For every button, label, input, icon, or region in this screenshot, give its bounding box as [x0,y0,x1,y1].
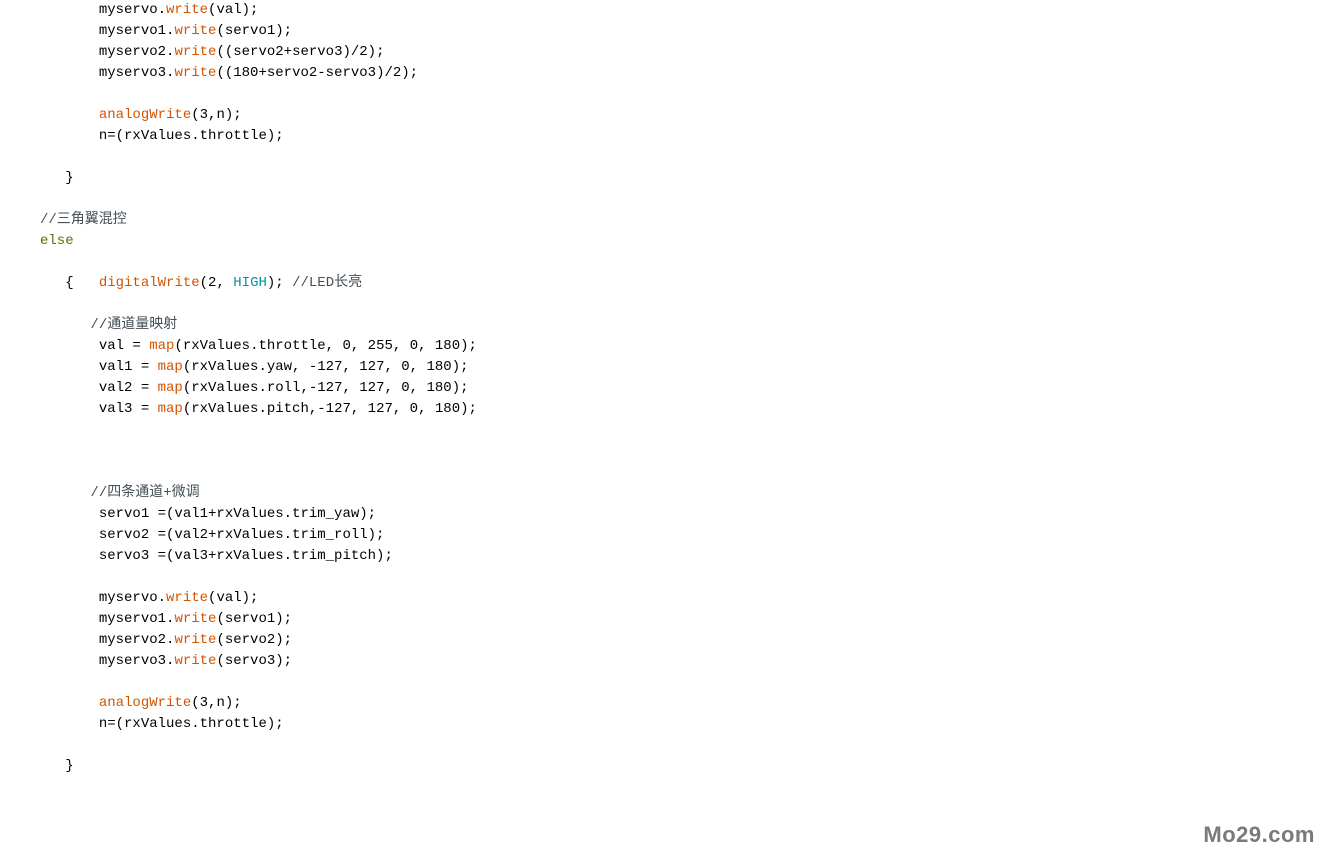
code-line [40,420,1323,441]
code-line: servo1 =(val1+rxValues.trim_yaw); [40,504,1323,525]
code-line: } [40,756,1323,777]
watermark-text: Mo29.com [1203,824,1315,845]
code-token: ((180+servo2-servo3)/2); [216,65,418,81]
code-line [40,147,1323,168]
code-token: else [40,233,74,249]
code-line: myservo1.write(servo1); [40,609,1323,630]
code-token: //四条通道+微调 [90,485,199,501]
code-token: (rxValues.throttle, 0, 255, 0, 180); [174,338,476,354]
code-token: myservo. [99,590,166,606]
code-token: { [65,275,99,291]
code-line [40,441,1323,462]
code-line: analogWrite(3,n); [40,105,1323,126]
code-line [40,189,1323,210]
code-token: (servo2); [216,632,292,648]
code-line: servo3 =(val3+rxValues.trim_pitch); [40,546,1323,567]
code-token: val = [99,338,149,354]
code-token: val3 = [99,401,158,417]
code-line: n=(rxValues.throttle); [40,126,1323,147]
code-token: analogWrite [99,107,191,123]
code-token: map [158,401,183,417]
code-token: ((servo2+servo3)/2); [216,44,384,60]
code-token: } [65,170,73,186]
code-line: myservo1.write(servo1); [40,21,1323,42]
code-line: myservo.write(val); [40,588,1323,609]
code-line: else [40,231,1323,252]
code-token: (servo1); [216,23,292,39]
code-token: //通道量映射 [90,317,177,333]
code-token: myservo2. [99,44,175,60]
code-token: map [149,338,174,354]
code-token: } [65,758,73,774]
code-token: HIGH [233,275,267,291]
code-token: (2, [200,275,234,291]
code-token: write [174,632,216,648]
code-token: n=(rxValues.throttle); [99,716,284,732]
code-line: myservo.write(val); [40,0,1323,21]
code-token: myservo3. [99,653,175,669]
code-token: //三角翼混控 [40,212,127,228]
code-token: (3,n); [191,695,241,711]
code-token: write [174,23,216,39]
code-line [40,462,1323,483]
code-token: ); [267,275,292,291]
code-token: write [174,44,216,60]
code-token: servo1 =(val1+rxValues.trim_yaw); [99,506,376,522]
code-line: myservo3.write((180+servo2-servo3)/2); [40,63,1323,84]
code-token: servo2 =(val2+rxValues.trim_roll); [99,527,385,543]
code-token: map [158,359,183,375]
code-token: n=(rxValues.throttle); [99,128,284,144]
code-token: (servo3); [216,653,292,669]
code-token: val2 = [99,380,158,396]
code-token: myservo2. [99,632,175,648]
code-container: myservo.write(val); myservo1.write(servo… [0,0,1323,777]
code-line: val = map(rxValues.throttle, 0, 255, 0, … [40,336,1323,357]
code-token: digitalWrite [99,275,200,291]
code-line: val1 = map(rxValues.yaw, -127, 127, 0, 1… [40,357,1323,378]
code-token: write [174,65,216,81]
code-token: myservo1. [99,23,175,39]
code-token: (rxValues.pitch,-127, 127, 0, 180); [183,401,477,417]
code-token: write [166,590,208,606]
code-token: analogWrite [99,695,191,711]
code-token: (val); [208,2,258,18]
code-line [40,84,1323,105]
code-line [40,672,1323,693]
code-line [40,567,1323,588]
code-token: val1 = [99,359,158,375]
code-token: //LED长亮 [292,275,362,291]
code-token: write [174,653,216,669]
code-token: (rxValues.roll,-127, 127, 0, 180); [183,380,469,396]
code-line [40,252,1323,273]
code-token: (rxValues.yaw, -127, 127, 0, 180); [183,359,469,375]
code-line: //四条通道+微调 [40,483,1323,504]
code-line [40,294,1323,315]
code-token: write [174,611,216,627]
code-line: } [40,168,1323,189]
code-token: (3,n); [191,107,241,123]
code-line: servo2 =(val2+rxValues.trim_roll); [40,525,1323,546]
code-token: myservo3. [99,65,175,81]
code-token: (servo1); [216,611,292,627]
code-line: val3 = map(rxValues.pitch,-127, 127, 0, … [40,399,1323,420]
code-line: //三角翼混控 [40,210,1323,231]
code-line: //通道量映射 [40,315,1323,336]
code-line: { digitalWrite(2, HIGH); //LED长亮 [40,273,1323,294]
code-token: myservo. [99,2,166,18]
code-line: myservo2.write((servo2+servo3)/2); [40,42,1323,63]
code-line: analogWrite(3,n); [40,693,1323,714]
code-token: (val); [208,590,258,606]
code-token: map [158,380,183,396]
code-token: myservo1. [99,611,175,627]
code-line: myservo3.write(servo3); [40,651,1323,672]
code-line: val2 = map(rxValues.roll,-127, 127, 0, 1… [40,378,1323,399]
code-token: write [166,2,208,18]
code-line: myservo2.write(servo2); [40,630,1323,651]
code-line [40,735,1323,756]
code-token: servo3 =(val3+rxValues.trim_pitch); [99,548,393,564]
code-line: n=(rxValues.throttle); [40,714,1323,735]
